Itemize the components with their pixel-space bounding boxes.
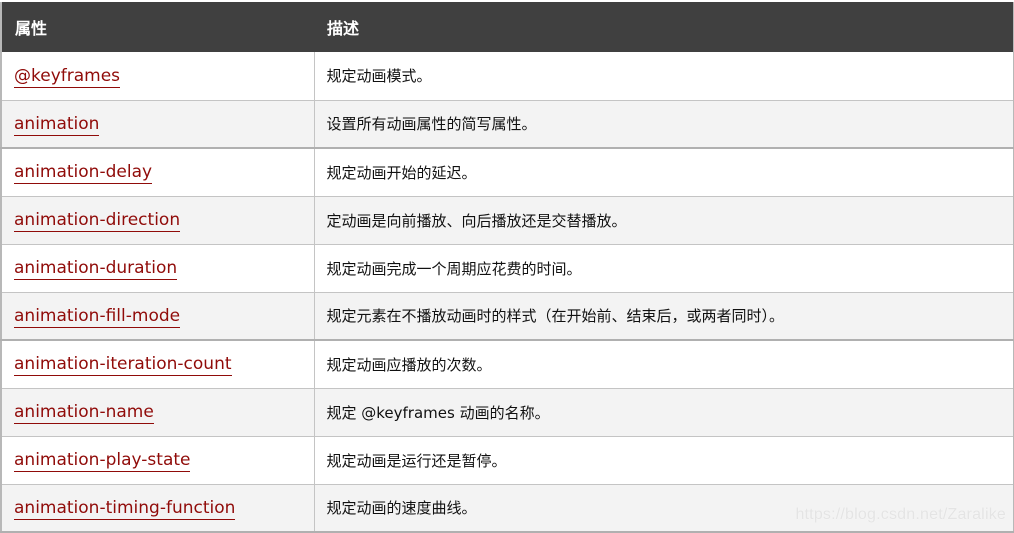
property-cell: animation-iteration-count	[1, 340, 315, 389]
property-cell: animation-direction	[1, 196, 315, 245]
table-header-row: 属性 描述	[1, 2, 1014, 52]
description-cell: 规定动画开始的延迟。	[314, 148, 1014, 197]
description-cell: 设置所有动画属性的简写属性。	[314, 100, 1014, 149]
header-property: 属性	[15, 19, 48, 38]
header-description: 描述	[327, 19, 360, 38]
property-link-animation-play-state[interactable]: animation-play-state	[14, 450, 191, 472]
table-row: animation-delay 规定动画开始的延迟。	[1, 148, 1014, 197]
table-row: animation-direction 定动画是向前播放、向后播放还是交替播放。	[1, 196, 1014, 245]
description-cell: 规定动画是运行还是暂停。	[314, 436, 1014, 485]
property-link-animation-fill-mode[interactable]: animation-fill-mode	[14, 305, 181, 328]
table-row: animation-duration 规定动画完成一个周期应花费的时间。	[1, 244, 1014, 293]
description-cell: 定动画是向前播放、向后播放还是交替播放。	[314, 196, 1014, 245]
property-link-animation-delay[interactable]: animation-delay	[14, 162, 153, 185]
property-link-animation-duration[interactable]: animation-duration	[14, 258, 178, 280]
property-link-keyframes[interactable]: @keyframes	[14, 65, 121, 88]
property-link-animation-timing-function[interactable]: animation-timing-function	[14, 497, 236, 520]
property-link-animation-iteration-count[interactable]: animation-iteration-count	[14, 354, 232, 377]
property-cell: @keyframes	[1, 52, 315, 101]
table-row: animation-iteration-count 规定动画应播放的次数。	[1, 340, 1014, 389]
description-cell: 规定动画应播放的次数。	[314, 340, 1014, 389]
description-cell: 规定动画模式。	[314, 52, 1014, 101]
property-cell: animation-play-state	[1, 436, 315, 485]
description-cell: 规定 @keyframes 动画的名称。	[314, 388, 1014, 437]
description-cell: 规定动画完成一个周期应花费的时间。	[314, 244, 1014, 293]
description-cell: 规定动画的速度曲线。	[326, 499, 477, 518]
table-row: animation 设置所有动画属性的简写属性。	[1, 100, 1014, 149]
property-link-animation[interactable]: animation	[14, 113, 100, 136]
table-row: animation-timing-function 规定动画的速度曲线。	[1, 484, 1014, 532]
property-cell: animation-name	[1, 388, 315, 437]
css-animation-properties-table: 属性 描述 @keyframes 规定动画模式。 animation 设置所有动…	[0, 2, 1014, 533]
table-row: animation-fill-mode 规定元素在不播放动画时的样式（在开始前、…	[1, 292, 1014, 341]
property-cell: animation-delay	[1, 148, 315, 197]
table-row: animation-play-state 规定动画是运行还是暂停。	[1, 436, 1014, 485]
property-cell: animation	[1, 100, 315, 149]
property-link-animation-name[interactable]: animation-name	[14, 402, 154, 424]
property-link-animation-direction[interactable]: animation-direction	[14, 210, 181, 232]
table-row: animation-name 规定 @keyframes 动画的名称。	[1, 388, 1014, 437]
property-cell: animation-duration	[1, 244, 315, 293]
property-cell: animation-timing-function	[1, 484, 315, 532]
description-cell: 规定元素在不播放动画时的样式（在开始前、结束后，或两者同时）。	[314, 292, 1014, 341]
table-row: @keyframes 规定动画模式。	[1, 52, 1014, 101]
property-cell: animation-fill-mode	[1, 292, 315, 341]
